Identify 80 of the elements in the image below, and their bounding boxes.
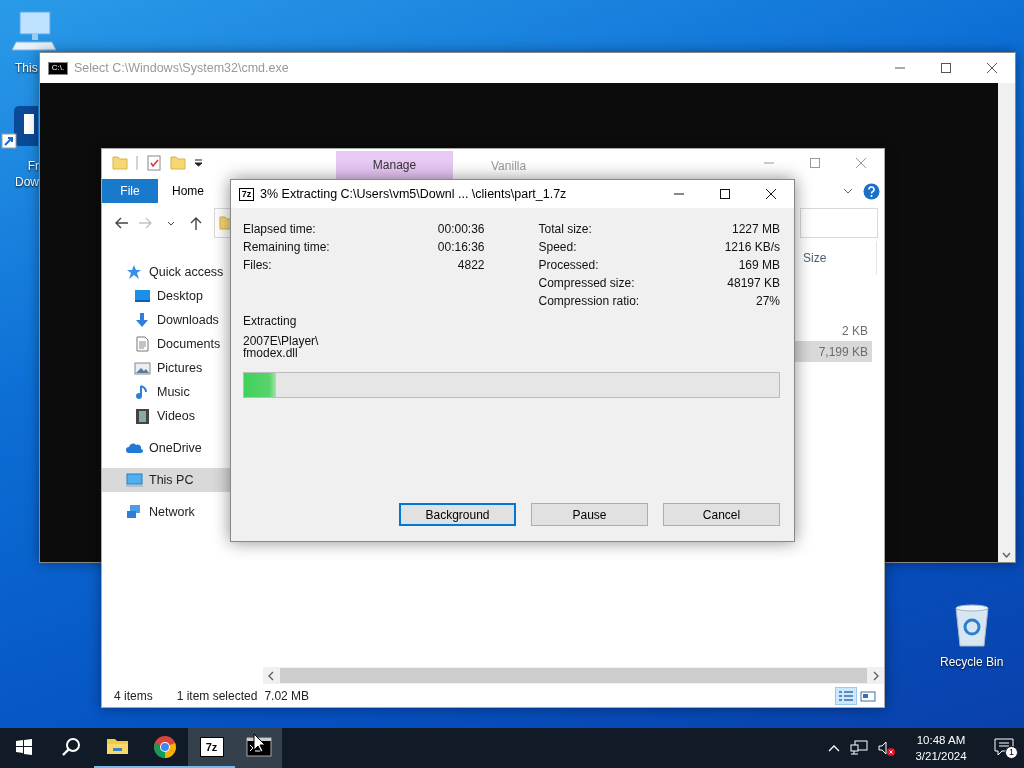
mouse-pointer-icon bbox=[253, 733, 267, 753]
volume-muted-icon[interactable] bbox=[878, 740, 896, 756]
separator-icon bbox=[136, 156, 138, 170]
expand-ribbon-icon[interactable] bbox=[843, 188, 853, 194]
computer-icon bbox=[126, 472, 143, 488]
app-icon: 7z bbox=[239, 187, 254, 201]
status-label: Extracting bbox=[243, 313, 298, 330]
document-icon bbox=[134, 336, 151, 352]
notifications-button[interactable]: 1 bbox=[984, 728, 1024, 768]
star-icon bbox=[126, 264, 143, 280]
scrollbar-thumb[interactable] bbox=[280, 668, 867, 683]
picture-icon bbox=[134, 360, 151, 376]
stat-label: Compressed size: bbox=[538, 275, 635, 292]
ribbon-context-tab[interactable]: Manage bbox=[336, 151, 453, 179]
stat-value: 4822 bbox=[457, 257, 485, 274]
close-button[interactable] bbox=[987, 63, 997, 73]
size-cell-text: 2 KB bbox=[841, 322, 869, 340]
stat-value: 48197 KB bbox=[727, 275, 780, 292]
current-file-path: 2007E\Player\ fmodex.dll bbox=[243, 335, 320, 359]
help-icon[interactable] bbox=[863, 182, 880, 200]
stat-label: Files: bbox=[243, 257, 272, 274]
stat-label: Compression ratio: bbox=[538, 293, 640, 310]
stat-label: Total size: bbox=[538, 221, 592, 238]
stat-value: 27% bbox=[755, 293, 780, 310]
network-icon bbox=[126, 504, 143, 520]
console-icon: C:\. bbox=[48, 61, 68, 75]
download-icon bbox=[134, 312, 151, 328]
dialog-button[interactable]: Background bbox=[399, 503, 516, 526]
scroll-left-icon[interactable] bbox=[267, 670, 275, 681]
tiles-view-icon bbox=[859, 688, 877, 703]
properties-icon[interactable] bbox=[146, 155, 162, 171]
search-field[interactable] bbox=[800, 208, 878, 238]
clock[interactable]: 10:48 AM 3/21/2024 bbox=[902, 732, 980, 764]
stat-value: 00:00:36 bbox=[437, 221, 485, 238]
desktop-icon bbox=[134, 288, 151, 304]
window-title: Select C:\Windows\System32\cmd.exe bbox=[74, 59, 290, 77]
icon-label: Recycle Bin bbox=[940, 654, 1004, 670]
horizontal-scrollbar[interactable] bbox=[263, 667, 884, 684]
taskbar-app[interactable] bbox=[235, 728, 282, 768]
dialog-button[interactable]: Cancel bbox=[663, 503, 780, 526]
selection-status: 1 item selected bbox=[176, 687, 258, 705]
taskbar-app[interactable]: 7z bbox=[188, 728, 235, 768]
browser-icon bbox=[152, 735, 177, 759]
network-icon[interactable] bbox=[850, 740, 868, 756]
icon-label: This bbox=[15, 60, 38, 76]
customize-dropdown-icon[interactable] bbox=[194, 159, 203, 167]
window-title: 3% Extracting C:\Users\vm5\Downl ... \clients\part_1.7z bbox=[260, 185, 568, 203]
stat-label: Speed: bbox=[538, 239, 577, 256]
scroll-right-icon[interactable] bbox=[872, 670, 880, 681]
column-header[interactable]: Size bbox=[797, 241, 877, 275]
stat-value: 1216 KB/s bbox=[724, 239, 780, 256]
notification-count: 1 bbox=[1005, 746, 1018, 759]
stat-label: Processed: bbox=[538, 257, 599, 274]
ribbon-tab[interactable]: Home bbox=[158, 179, 216, 203]
show-hidden-icons-icon[interactable] bbox=[828, 744, 840, 752]
search-icon bbox=[60, 737, 81, 757]
scroll-down-icon[interactable] bbox=[1002, 552, 1011, 558]
details-view-button[interactable] bbox=[835, 686, 857, 705]
item-count: 4 items bbox=[114, 687, 153, 705]
video-icon bbox=[134, 408, 151, 424]
selection-size: 7.02 MB bbox=[264, 687, 310, 705]
scrollbar[interactable] bbox=[998, 83, 1015, 562]
maximize-button[interactable] bbox=[720, 189, 730, 199]
stat-value: 169 MB bbox=[738, 257, 780, 274]
stat-label: Elapsed time: bbox=[243, 221, 316, 238]
stat-value: 1227 MB bbox=[731, 221, 780, 238]
icon-label: Fr Dow bbox=[14, 158, 39, 190]
maximize-button[interactable] bbox=[941, 63, 951, 73]
stat-value: 00:16:36 bbox=[437, 239, 485, 256]
notification-icon bbox=[994, 738, 1014, 756]
file-menu[interactable]: File bbox=[102, 179, 158, 203]
close-button[interactable] bbox=[766, 189, 776, 199]
dialog-button[interactable]: Pause bbox=[531, 503, 648, 526]
size-cell: 7,199 KB bbox=[795, 341, 872, 362]
up-icon[interactable] bbox=[189, 216, 203, 230]
details-view-icon bbox=[837, 688, 855, 703]
stat-label: Remaining time: bbox=[243, 239, 330, 256]
back-icon[interactable] bbox=[114, 216, 128, 230]
windows-logo-icon bbox=[15, 739, 32, 755]
window-title: Vanilla bbox=[491, 158, 528, 175]
